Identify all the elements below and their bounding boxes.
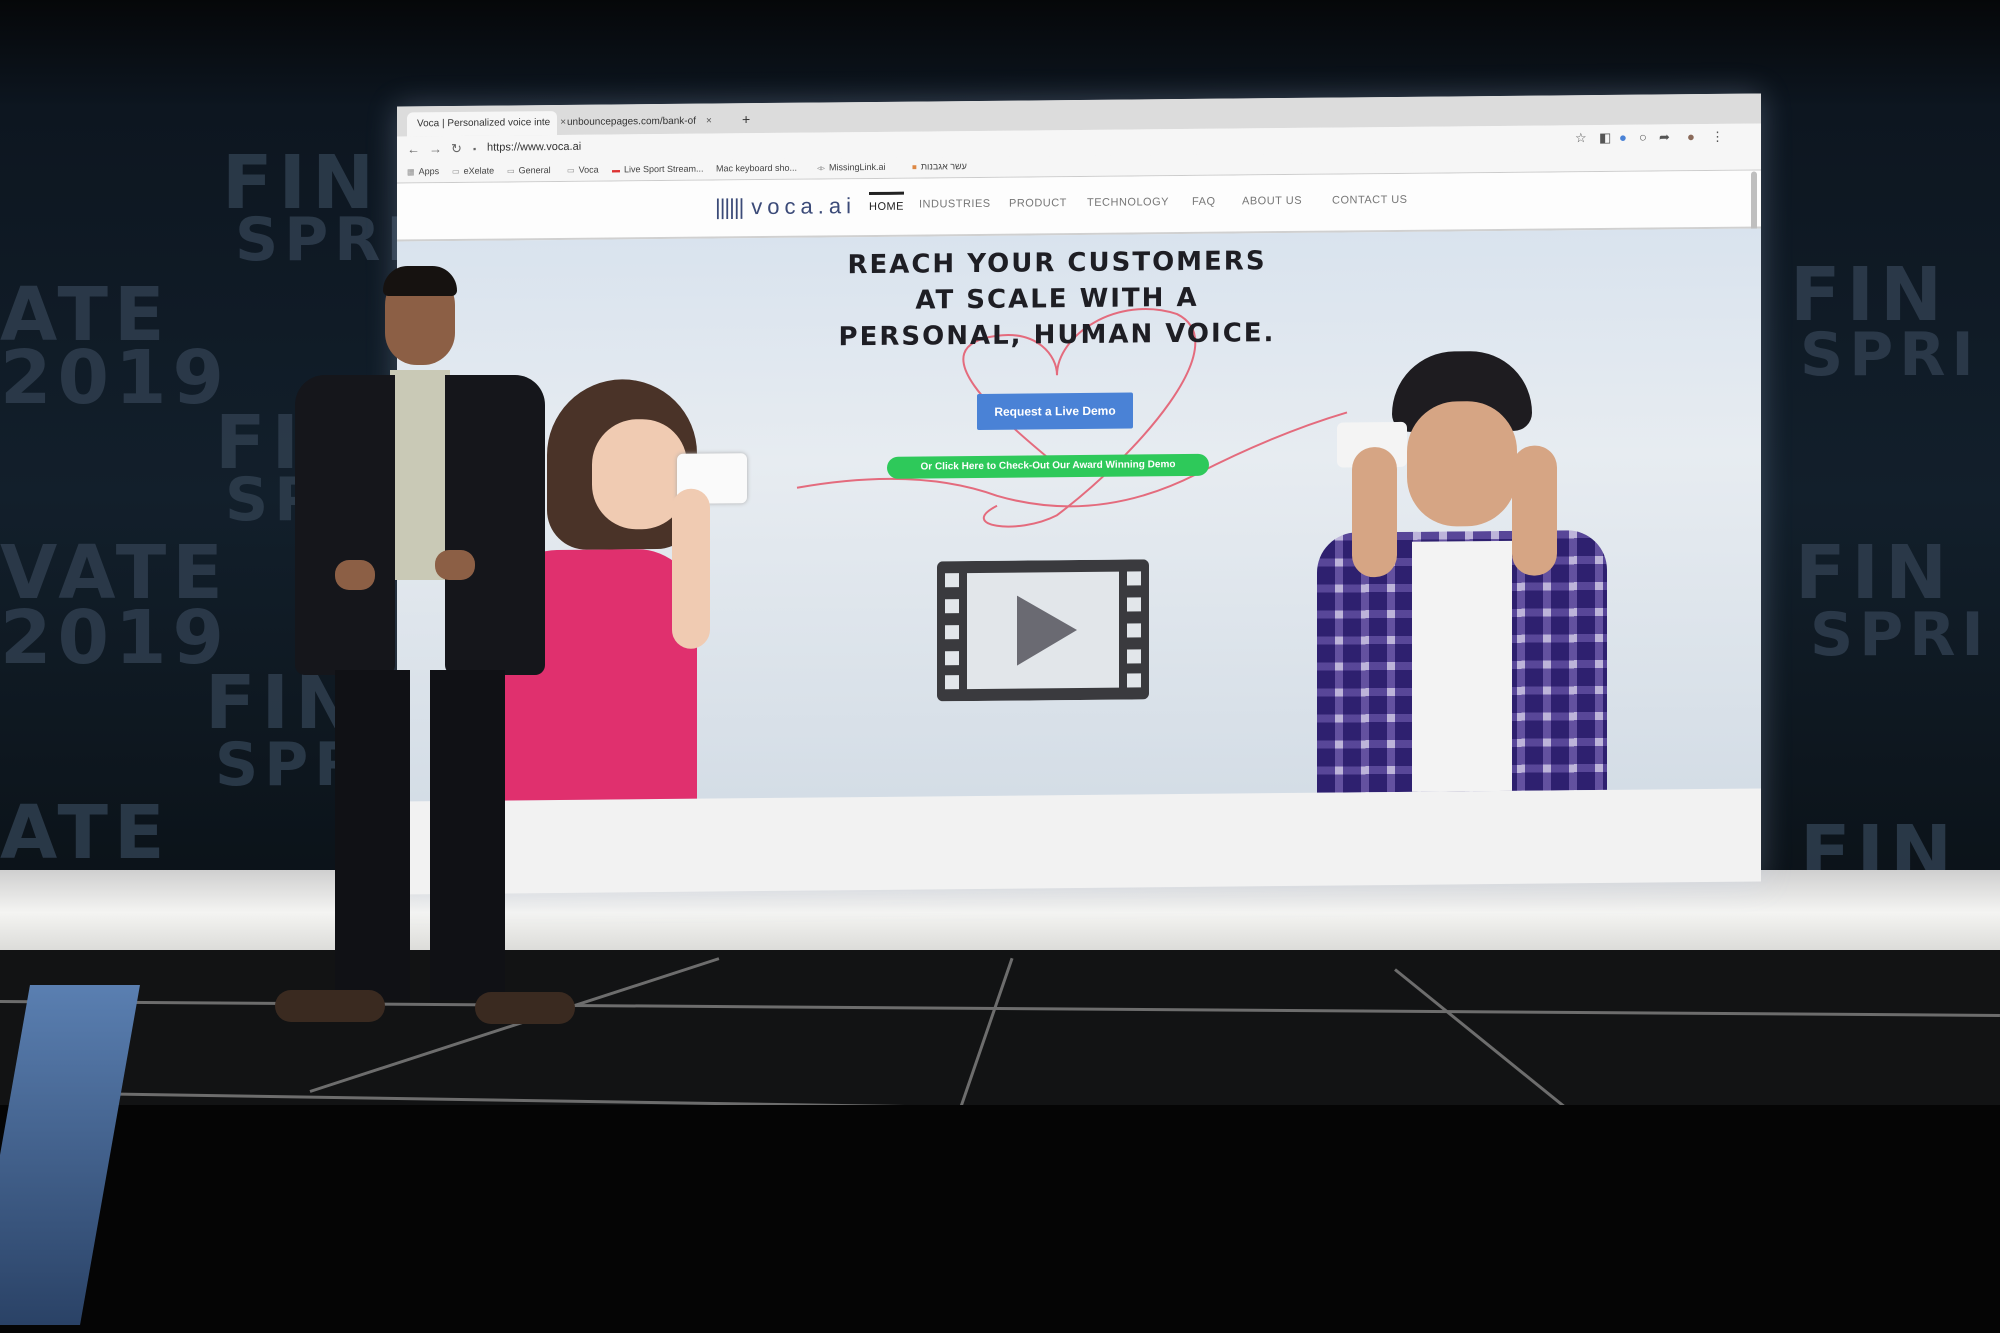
presenter-shoe [275,990,385,1022]
wall-logo-text: SPRI [1810,600,1990,670]
forward-arrow-icon[interactable]: → [429,141,442,156]
nav-faq[interactable]: FAQ [1192,196,1216,208]
presenter-figure [275,266,575,1030]
lock-icon: ▪ [473,143,477,154]
avatar[interactable]: ● [1687,129,1695,144]
face [1407,400,1517,527]
wall-logo-text: SPRI [1800,320,1980,390]
extension-icon[interactable]: ○ [1639,130,1647,145]
browser-tab[interactable]: unbouncepages.com/bank-of × [557,109,717,135]
presenter-hand [435,550,475,580]
wall-logo-text: SPRI [235,205,415,275]
headline-line: REACH YOUR CUSTOMERS [847,246,1267,281]
bookmark-item[interactable]: ▭ General [507,165,551,175]
back-arrow-icon[interactable]: ← [407,141,420,156]
presenter-hand [335,560,375,590]
bookmark-item[interactable]: ◃▹ MissingLink.ai [817,162,886,173]
tab-title: Voca | Personalized voice inte [417,117,551,130]
stage-front [0,1105,2000,1333]
sound-wave-icon: |||||| [715,194,744,220]
bookmark-item[interactable]: ▭ Voca [567,165,599,175]
close-icon[interactable]: × [706,116,712,127]
bookmark-item[interactable]: ■ עשר אגבנות [912,161,967,172]
bookmark-favicon: ■ [912,162,917,172]
man-with-cup-photo [1297,350,1637,793]
voca-logo[interactable]: |||||| voca.ai [715,193,856,220]
link-icon: ◃▹ [817,163,826,173]
presenter-shirt [390,370,450,580]
award-demo-link[interactable]: Or Click Here to Check-Out Our Award Win… [887,453,1209,479]
folder-icon: ▭ [567,165,575,175]
nav-about-us[interactable]: ABOUT US [1242,195,1302,208]
folder-icon: ▭ [452,166,460,177]
bookmark-item[interactable]: ▬ Live Sport Stream... [612,164,704,175]
wall-logo-text: ATE [0,790,171,876]
white-tshirt [1412,540,1512,792]
video-icon: ▬ [612,165,620,175]
bookmark-item[interactable]: ▭ eXelate [452,166,494,176]
nav-product[interactable]: PRODUCT [1009,197,1067,210]
nav-industries[interactable]: INDUSTRIES [919,198,991,211]
folder-icon: ▭ [507,166,515,176]
nav-contact-us[interactable]: CONTACT US [1332,194,1408,207]
headline-line: PERSONAL, HUMAN VOICE. [838,318,1276,353]
browser-tab[interactable]: Voca | Personalized voice inte × [407,111,566,137]
wall-logo-text: 2019 [0,595,230,681]
star-icon[interactable]: ☆ [1575,130,1587,146]
nav-technology[interactable]: TECHNOLOGY [1087,196,1169,209]
hero-headline: REACH YOUR CUSTOMERS AT SCALE WITH A PER… [777,243,1337,356]
apps-grid-icon: ▦ [407,167,415,177]
menu-dots-icon[interactable]: ⋮ [1711,129,1724,145]
headline-line: AT SCALE WITH A [915,282,1199,316]
hero-section: REACH YOUR CUSTOMERS AT SCALE WITH A PER… [397,228,1761,802]
presenter-jacket-left [295,375,395,675]
tab-title: unbouncepages.com/bank-of [567,115,696,128]
reload-icon[interactable]: ↻ [451,141,462,157]
presenter-jacket-right [445,375,545,675]
wall-logo-text: 2019 [0,335,230,421]
presenter-leg [335,670,410,1000]
arm [1512,445,1557,576]
request-demo-button[interactable]: Request a Live Demo [977,392,1133,430]
nav-home[interactable]: HOME [869,191,904,214]
share-icon[interactable]: ➦ [1659,129,1670,145]
video-play-icon[interactable] [937,559,1149,702]
arm [1352,446,1397,578]
projection-screen: Voca | Personalized voice inte × unbounce… [397,93,1761,895]
bookmark-item[interactable]: ▦ Apps [407,166,439,176]
presenter-leg [430,670,505,1000]
presenter-shoe [475,992,575,1024]
extension-icon[interactable]: ◧ [1599,130,1611,146]
arm [672,488,710,649]
new-tab-button[interactable]: + [742,111,750,127]
bookmark-item[interactable]: Mac keyboard sho... [712,163,797,174]
extension-icon[interactable]: ● [1619,130,1627,145]
url-field[interactable]: https://www.voca.ai [487,141,581,154]
presenter-hair [383,266,457,296]
